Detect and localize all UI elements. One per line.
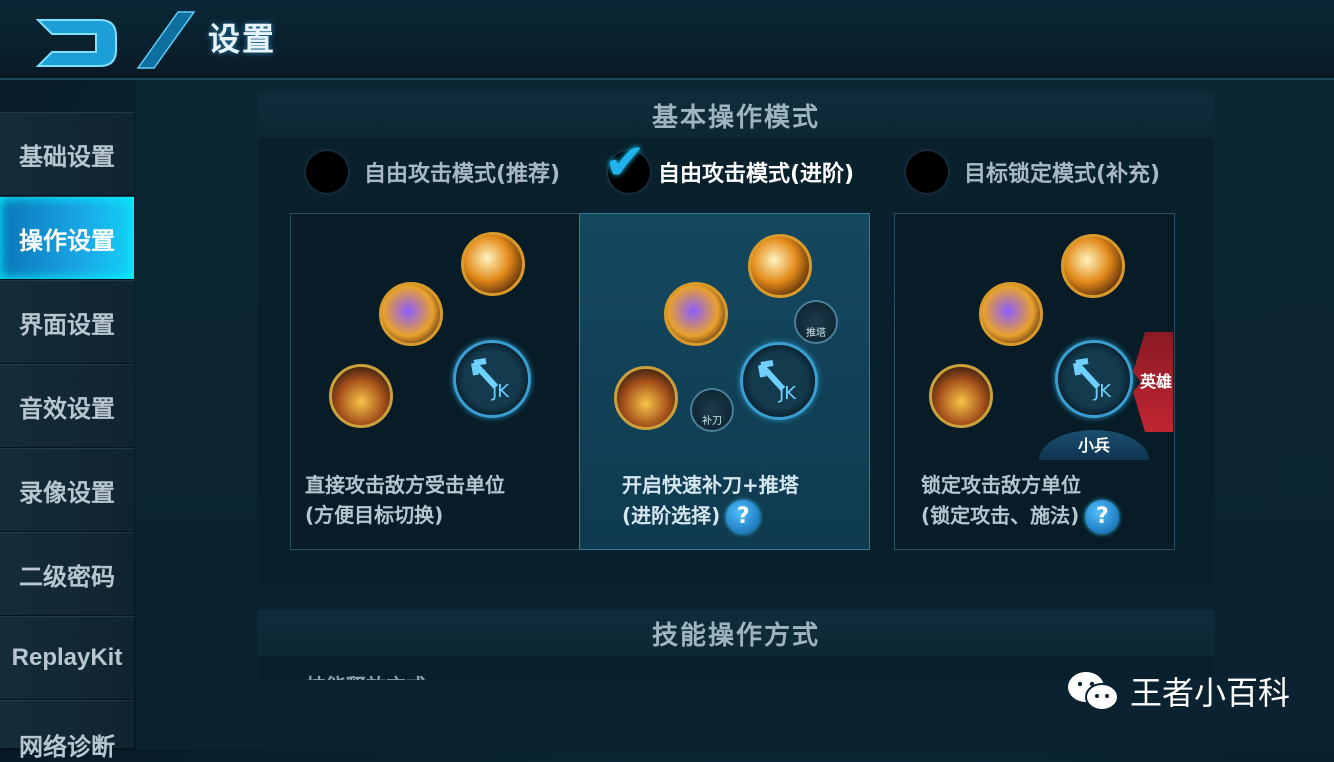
mode-option-free-advanced[interactable]: ✔ 自由攻击模式(进阶) [604, 137, 855, 196]
svg-text:JK: JK [1093, 381, 1112, 402]
watermark: 王者小百科 [1066, 668, 1290, 714]
card-line-2: (进阶选择) [622, 503, 721, 528]
last-hit-badge: 补刀 [690, 388, 734, 432]
attack-button-icon: JK [1055, 340, 1133, 418]
checkmark-icon: ✔ [604, 133, 646, 191]
card-line-1: 开启快速补刀+推塔 [622, 473, 799, 497]
card-line-1: 锁定攻击敌方单位 [921, 473, 1081, 497]
sidebar-item-sound[interactable]: 音效设置 [0, 364, 134, 449]
mode-label: 自由攻击模式(进阶) [658, 162, 855, 187]
svg-text:JK: JK [778, 383, 797, 404]
card-line-2: (锁定攻击、施法) [921, 503, 1080, 528]
attack-button-icon: JK [740, 342, 818, 420]
sidebar-item-recording[interactable]: 录像设置 [0, 448, 134, 533]
minion-target-tab: 小兵 [1039, 430, 1149, 460]
top-bar: 设置 [0, 0, 1334, 80]
sidebar-item-replaykit[interactable]: ReplayKit [0, 616, 134, 701]
skill-1-icon [461, 232, 525, 296]
mode-label: 目标锁定模式(补充) [964, 162, 1161, 187]
skill-1-icon [1061, 234, 1125, 298]
hero-target-ribbon: 英雄 [1133, 332, 1173, 432]
section-subtitle-partial: 技能释放方式 [306, 670, 426, 680]
mode-card-free-recommended[interactable]: JK 直接攻击敌方受击单位 (方便目标切换) [290, 213, 582, 550]
mode-label: 自由攻击模式(推荐) [364, 162, 561, 187]
skill-2-icon [664, 282, 728, 346]
card-description: 锁定攻击敌方单位 (锁定攻击、施法)? [921, 470, 1120, 534]
card-line-2: (方便目标切换) [305, 503, 444, 527]
radio-unchecked[interactable] [306, 151, 348, 193]
watermark-text: 王者小百科 [1130, 674, 1291, 712]
skill-3-icon [329, 364, 393, 428]
skill-2-icon [979, 282, 1043, 346]
radio-unchecked[interactable] [906, 151, 948, 193]
card-description: 开启快速补刀+推塔 (进阶选择)? [622, 470, 799, 534]
card-line-1: 直接攻击敌方受击单位 [305, 473, 505, 497]
help-button[interactable]: ? [726, 500, 761, 534]
skill-3-icon [614, 366, 678, 430]
mode-option-target-lock[interactable]: 目标锁定模式(补充) [906, 148, 1160, 196]
mode-option-free-recommended[interactable]: 自由攻击模式(推荐) [306, 148, 560, 196]
sidebar-item-secondary-password[interactable]: 二级密码 [0, 532, 134, 617]
card-description: 直接攻击敌方受击单位 (方便目标切换) [305, 470, 505, 530]
skill-1-icon [748, 234, 812, 298]
wechat-icon [1068, 672, 1119, 711]
push-tower-badge: 推塔 [794, 300, 838, 344]
back-button[interactable] [8, 6, 198, 76]
sidebar-item-interface[interactable]: 界面设置 [0, 280, 134, 365]
back-arrow-icon [35, 11, 196, 69]
radio-checked[interactable]: ✔ [604, 137, 650, 193]
section-title: 技能操作方式 [258, 610, 1214, 656]
skill-3-icon [929, 364, 993, 428]
sidebar-item-basic[interactable]: 基础设置 [0, 112, 134, 197]
page-title: 设置 [208, 20, 277, 58]
skill-2-icon [379, 282, 443, 346]
svg-text:JK: JK [491, 381, 510, 402]
section-title: 基本操作模式 [258, 92, 1214, 138]
help-button[interactable]: ? [1085, 500, 1120, 534]
mode-card-target-lock[interactable]: JK 英雄 小兵 锁定攻击敌方单位 (锁定攻击、施法)? [894, 213, 1175, 550]
sidebar: 基础设置 操作设置 界面设置 音效设置 录像设置 二级密码 ReplayKit … [0, 112, 134, 761]
attack-button-icon: JK [453, 340, 531, 418]
sidebar-item-network[interactable]: 网络诊断 [0, 700, 134, 761]
mode-card-free-advanced[interactable]: JK 推塔 补刀 开启快速补刀+推塔 (进阶选择)? [579, 213, 870, 550]
sidebar-item-controls[interactable]: 操作设置 [0, 196, 134, 281]
